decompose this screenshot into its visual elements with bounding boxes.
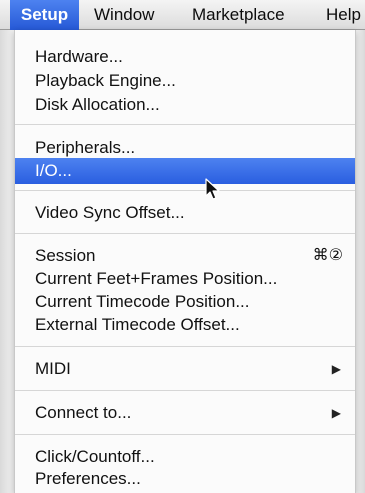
menu-separator <box>15 190 355 191</box>
background-window-left <box>0 30 14 493</box>
menu-item-label: MIDI <box>35 359 71 378</box>
menu-separator <box>15 346 355 347</box>
menu-item-label: Connect to... <box>35 403 132 422</box>
menu-item-hardware[interactable]: Hardware... <box>15 44 355 70</box>
menu-separator <box>15 434 355 435</box>
menu-separator <box>15 390 355 391</box>
menu-item-label: Video Sync Offset... <box>35 203 185 222</box>
menu-item-label: Hardware... <box>35 47 123 66</box>
menu-help[interactable]: Help <box>326 0 361 30</box>
submenu-arrow-icon: ▶ <box>331 362 341 376</box>
menu-item-label: Playback Engine... <box>35 71 176 90</box>
menu-item-midi[interactable]: MIDI ▶ <box>15 356 355 382</box>
submenu-arrow-icon: ▶ <box>331 406 341 420</box>
menu-separator <box>15 233 355 234</box>
menu-bar: Setup Window Marketplace Help <box>0 0 365 30</box>
menu-item-io[interactable]: I/O... <box>15 158 355 184</box>
menu-item-label: Disk Allocation... <box>35 95 160 114</box>
menu-item-disk-allocation[interactable]: Disk Allocation... <box>15 92 355 118</box>
menu-window[interactable]: Window <box>94 0 154 30</box>
menu-item-label: External Timecode Offset... <box>35 315 240 334</box>
menu-separator <box>15 124 355 125</box>
menu-setup[interactable]: Setup <box>10 0 79 30</box>
menu-item-playback-engine[interactable]: Playback Engine... <box>15 68 355 94</box>
menu-marketplace[interactable]: Marketplace <box>192 0 285 30</box>
menu-item-preferences[interactable]: Preferences... <box>15 466 355 492</box>
menu-item-video-sync-offset[interactable]: Video Sync Offset... <box>15 200 355 226</box>
menu-item-external-timecode[interactable]: External Timecode Offset... <box>15 312 355 338</box>
menu-item-connect-to[interactable]: Connect to... ▶ <box>15 400 355 426</box>
setup-dropdown-menu: Hardware... Playback Engine... Disk Allo… <box>14 30 356 493</box>
menu-item-label: I/O... <box>35 161 72 180</box>
menu-item-label: Preferences... <box>35 469 141 488</box>
background-window-right <box>356 30 365 493</box>
mouse-pointer-icon <box>205 178 220 200</box>
